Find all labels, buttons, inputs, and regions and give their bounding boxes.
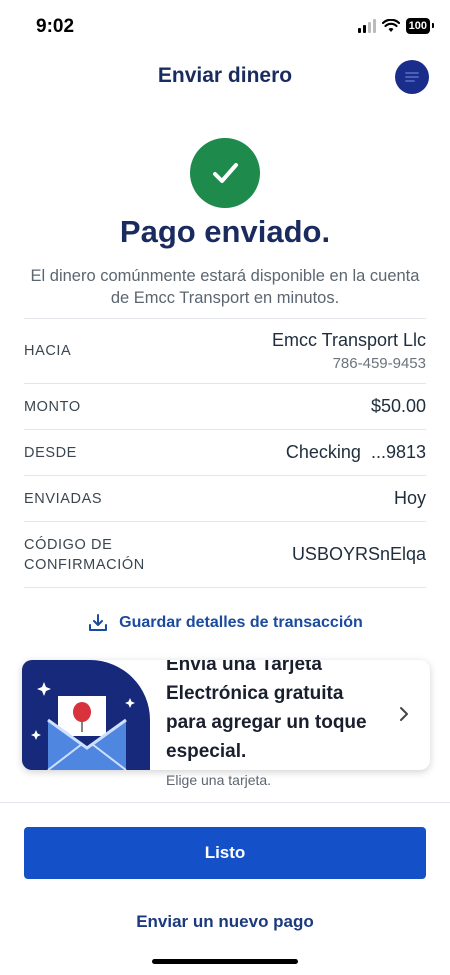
send-new-payment-link[interactable]: Enviar un nuevo pago	[0, 912, 450, 932]
detail-row-confirmation: CÓDIGO DE CONFIRMACIÓN USBOYRSnElqa	[24, 521, 426, 588]
save-link-label: Guardar detalles de transacción	[119, 614, 363, 631]
success-title: Pago enviado.	[119, 214, 331, 249]
from-value: Checking ...9813	[285, 442, 426, 462]
promo-caption: Elige una tarjeta.	[166, 772, 272, 788]
signal-icon	[357, 19, 376, 33]
amount-value: $50.00	[370, 396, 426, 416]
status-bar: 9:02 100	[0, 0, 450, 54]
page-title: Enviar dinero	[157, 64, 293, 87]
chevron-right-icon	[400, 707, 408, 721]
recipient-phone: 786-459-9453	[332, 355, 426, 372]
sent-value: Hoy	[393, 488, 426, 508]
amount-label: MONTO	[24, 398, 81, 415]
header: Enviar dinero	[0, 58, 450, 98]
promo-text: Envía una Tarjeta Electrónica gratuita p…	[166, 660, 367, 762]
save-transaction-details-link[interactable]: Guardar detalles de transacción	[0, 612, 450, 634]
status-time: 9:02	[36, 16, 75, 37]
home-indicator[interactable]	[152, 959, 298, 964]
detail-row-sent: ENVIADAS Hoy	[24, 475, 426, 521]
confirmation-label: CÓDIGO DE CONFIRMACIÓN	[24, 536, 145, 573]
status-icons: 100	[357, 18, 435, 34]
divider	[0, 802, 450, 803]
download-icon	[89, 614, 108, 631]
detail-row-from: DESDE Checking ...9813	[24, 429, 426, 475]
envelope-illustration	[22, 660, 150, 770]
detail-row-to: HACIA Emcc Transport Llc 786-459-9453	[24, 318, 426, 383]
profile-avatar-button[interactable]	[395, 60, 429, 94]
to-value: Emcc Transport Llc 786-459-9453	[272, 330, 426, 372]
sent-label: ENVIADAS	[24, 490, 103, 507]
success-check-icon	[190, 138, 260, 208]
wifi-icon	[381, 19, 400, 32]
confirmation-code: USBOYRSnElqa	[291, 544, 426, 564]
ecard-promo-card[interactable]: Envía una Tarjeta Electrónica gratuita p…	[22, 660, 430, 770]
recipient-name: Emcc Transport Llc	[271, 330, 426, 350]
transaction-details: HACIA Emcc Transport Llc 786-459-9453 MO…	[24, 318, 426, 588]
battery-icon: 100	[405, 18, 435, 34]
menu-icon	[405, 72, 419, 82]
detail-row-amount: MONTO $50.00	[24, 383, 426, 429]
done-button[interactable]: Listo	[24, 827, 426, 879]
success-subtitle: El dinero comúnmente estará disponible e…	[30, 267, 420, 307]
from-label: DESDE	[24, 444, 77, 461]
to-label: HACIA	[24, 343, 72, 359]
